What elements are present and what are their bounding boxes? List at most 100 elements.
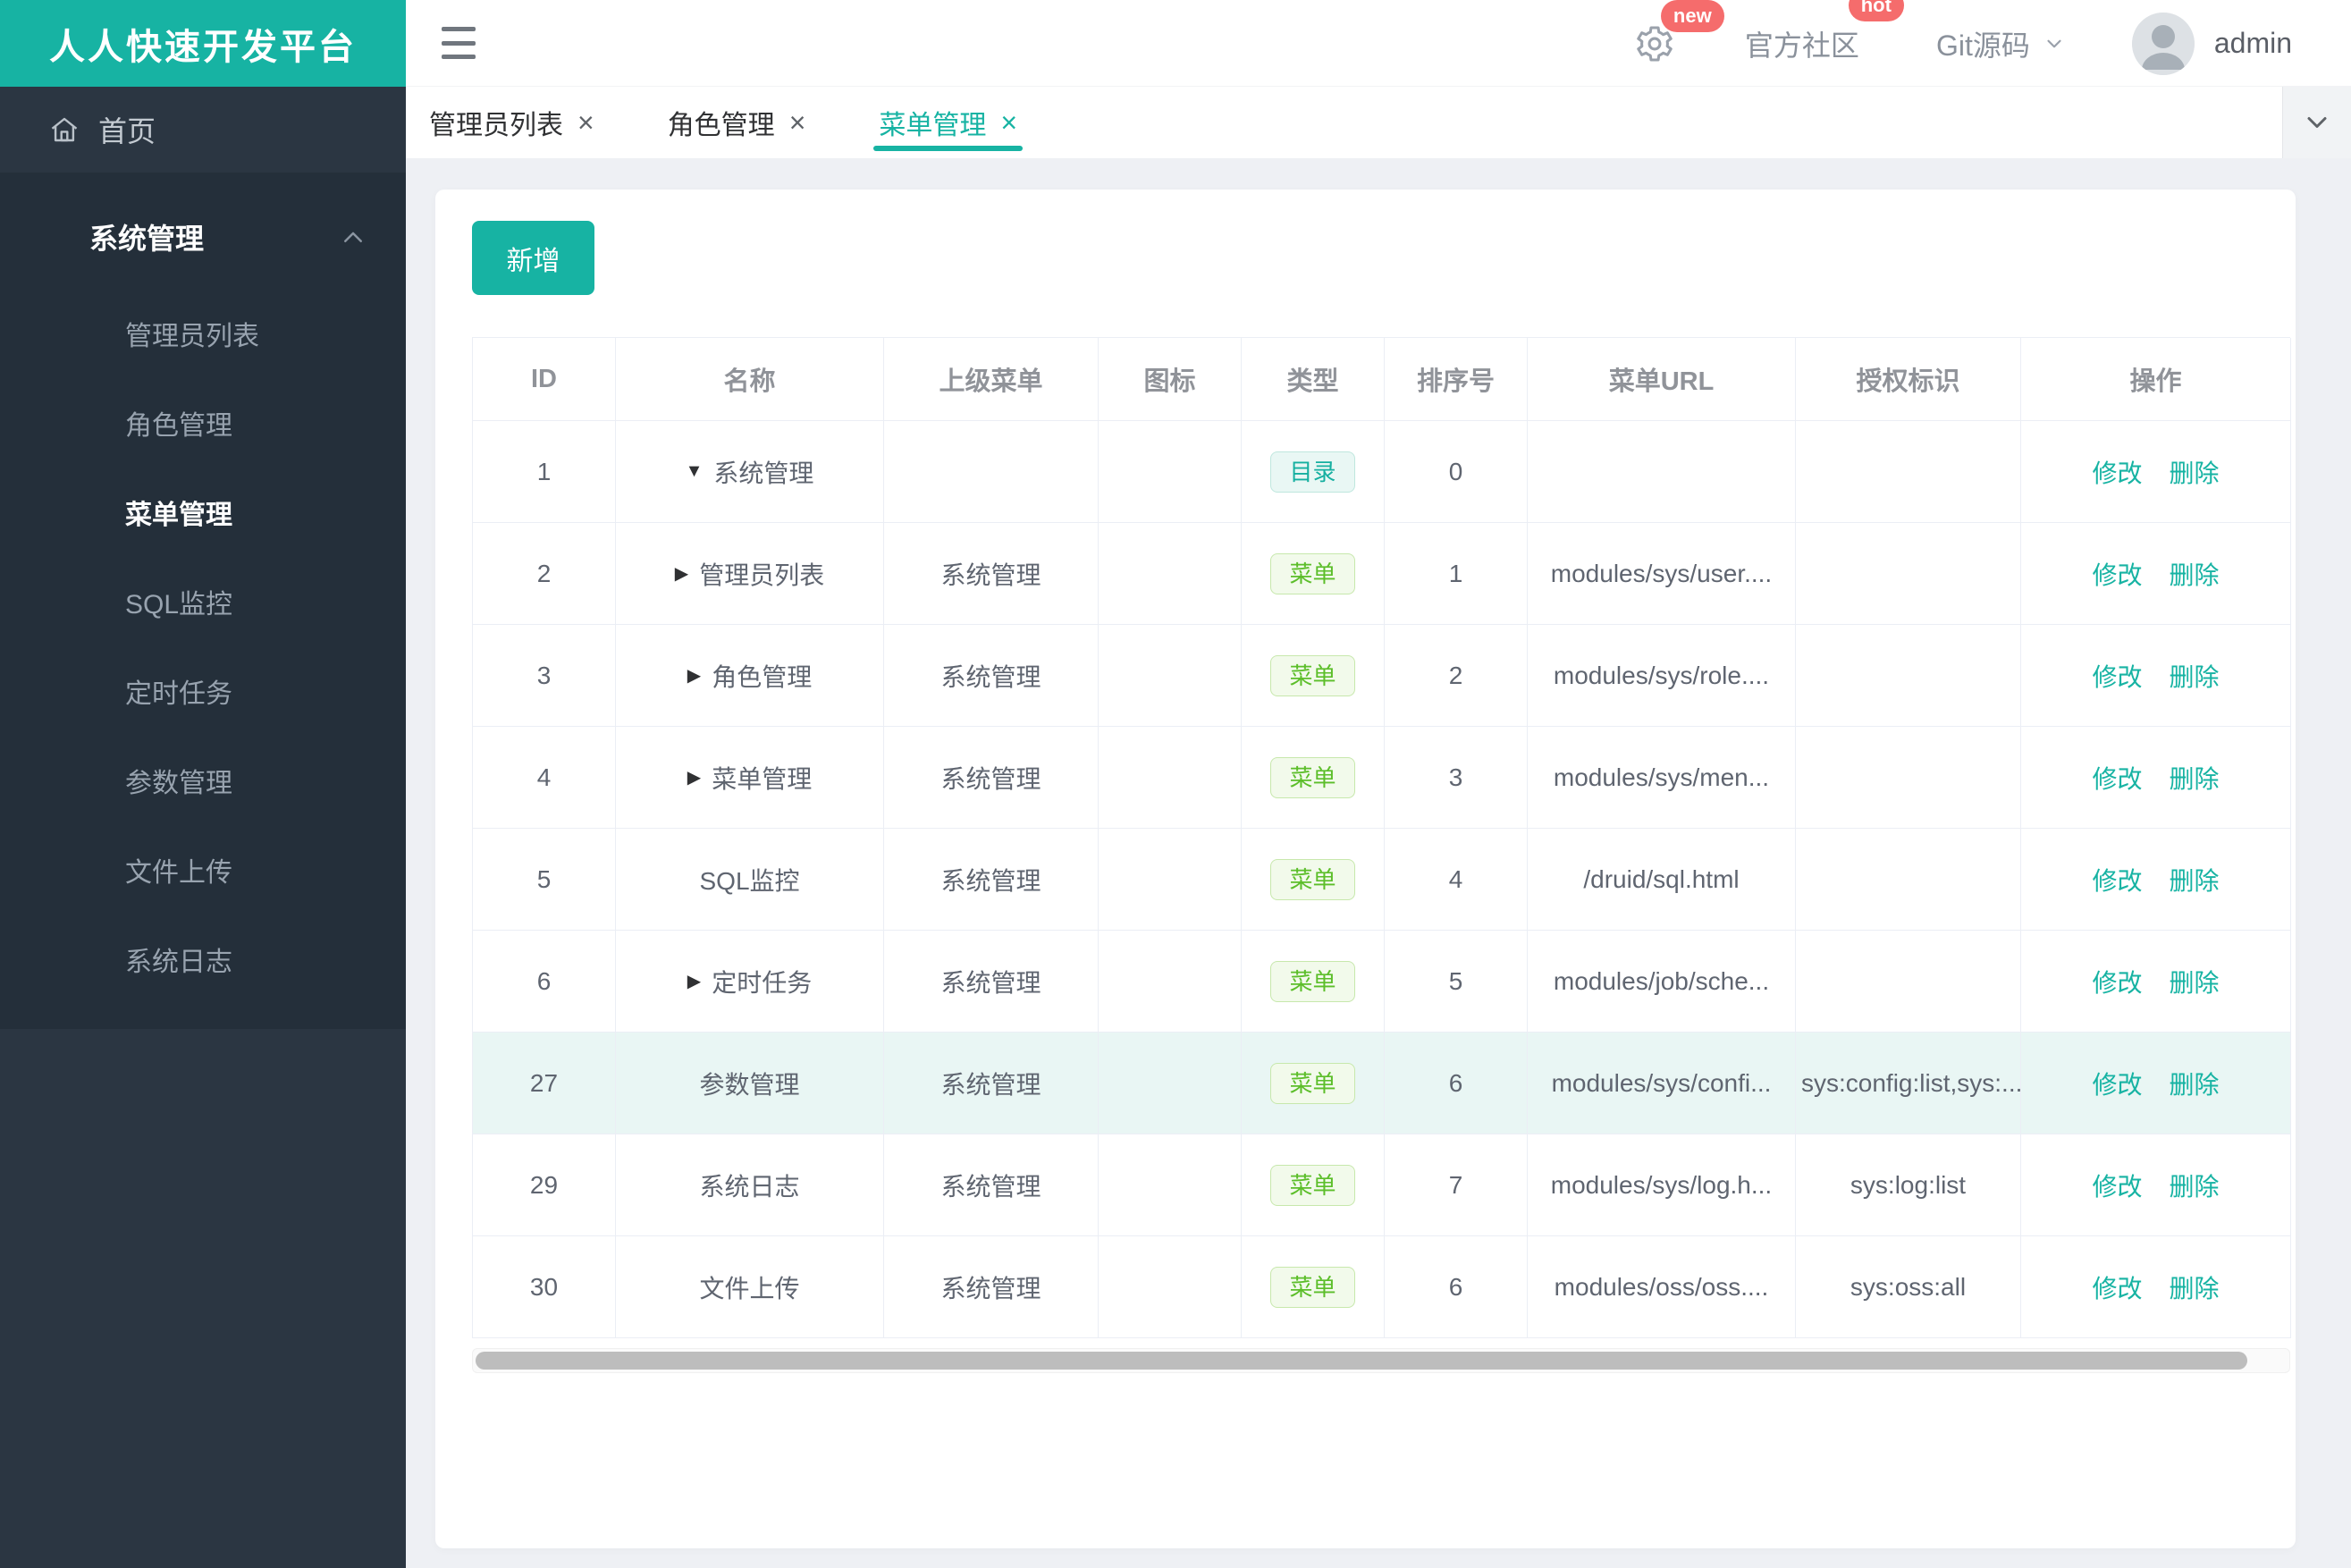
cell-order: 5 <box>1385 931 1528 1033</box>
tab-label: 角色管理 <box>667 111 775 140</box>
header-right-cluster: new 官方社区 hot Git源码 admin <box>1634 0 2292 87</box>
delete-link[interactable]: 删除 <box>2170 1168 2220 1203</box>
username-label[interactable]: admin <box>2214 27 2292 60</box>
delete-link[interactable]: 删除 <box>2170 454 2220 490</box>
delete-link[interactable]: 删除 <box>2170 556 2220 592</box>
git-source-dropdown[interactable]: Git源码 <box>1936 23 2066 64</box>
cell-order: 7 <box>1385 1134 1528 1236</box>
horizontal-scrollbar-thumb[interactable] <box>476 1352 2247 1370</box>
cell-icon <box>1099 727 1242 829</box>
sidebar-item-定时任务[interactable]: 定时任务 <box>0 646 406 736</box>
edit-link[interactable]: 修改 <box>2092 556 2142 592</box>
delete-link[interactable]: 删除 <box>2170 658 2220 694</box>
app-logo: 人人快速开发平台 <box>0 0 406 87</box>
chevron-down-icon <box>2043 32 2066 55</box>
cell-order: 0 <box>1385 421 1528 523</box>
cell-icon <box>1099 625 1242 727</box>
cell-id: 5 <box>473 829 616 931</box>
new-badge: new <box>1660 0 1724 32</box>
cell-order: 4 <box>1385 829 1528 931</box>
cell-type: 菜单 <box>1242 931 1385 1033</box>
sidebar: 人人快速开发平台 首页 系统管理 管理员列表 角色管理 菜单管理 SQL监控 定… <box>0 0 406 1568</box>
type-tag: 菜单 <box>1270 756 1355 798</box>
cell-name: 参数管理 <box>616 1033 884 1134</box>
tab-close-icon[interactable]: × <box>1000 108 1017 137</box>
tab-bar-tabs: 管理员列表 × 角色管理 × 菜单管理 × <box>406 87 2351 158</box>
sidebar-item-参数管理[interactable]: 参数管理 <box>0 736 406 825</box>
sidebar-item-SQL监控[interactable]: SQL监控 <box>0 557 406 646</box>
hamburger-menu-icon[interactable] <box>442 27 476 59</box>
cell-parent-menu: 系统管理 <box>884 625 1099 727</box>
community-link[interactable]: 官方社区 hot <box>1745 0 1904 64</box>
menu-name: 系统管理 <box>713 459 814 487</box>
cell-name: ▶ 菜单管理 <box>616 727 884 829</box>
delete-link[interactable]: 删除 <box>2170 760 2220 796</box>
edit-link[interactable]: 修改 <box>2092 1066 2142 1101</box>
tab-label: 菜单管理 <box>879 111 987 140</box>
type-tag: 目录 <box>1270 451 1355 493</box>
delete-link[interactable]: 删除 <box>2170 1066 2220 1101</box>
edit-link[interactable]: 修改 <box>2092 964 2142 999</box>
cell-actions: 修改 删除 <box>2021 727 2291 829</box>
tab[interactable]: 管理员列表 × <box>429 87 594 158</box>
cell-permission <box>1796 829 2021 931</box>
table-row: 6 ▶ 定时任务 系统管理 菜单 5 modules/job/sche... 修… <box>473 931 2291 1033</box>
sidebar-item-菜单管理[interactable]: 菜单管理 <box>0 468 406 557</box>
cell-permission <box>1796 625 2021 727</box>
table-row: 3 ▶ 角色管理 系统管理 菜单 2 modules/sys/role.... … <box>473 625 2291 727</box>
delete-link[interactable]: 删除 <box>2170 964 2220 999</box>
tree-caret-icon[interactable]: ▼ <box>686 461 704 482</box>
cell-menu-url: modules/job/sche... <box>1528 931 1796 1033</box>
tab-overflow-button[interactable] <box>2282 87 2351 158</box>
table-row: 4 ▶ 菜单管理 系统管理 菜单 3 modules/sys/men... 修改… <box>473 727 2291 829</box>
delete-link[interactable]: 删除 <box>2170 862 2220 898</box>
add-button[interactable]: 新增 <box>472 221 594 295</box>
tab-close-icon[interactable]: × <box>577 108 594 137</box>
avatar[interactable] <box>2131 12 2195 75</box>
tree-caret-icon[interactable]: ▶ <box>687 664 701 687</box>
tab-close-icon[interactable]: × <box>789 108 806 137</box>
table-body: 1 ▼ 系统管理 目录 0 修改 删除 2 ▶ 管理员列表 系统管理 菜单 1 … <box>473 421 2291 1338</box>
cell-actions: 修改 删除 <box>2021 829 2291 931</box>
tab-bar: 管理员列表 × 角色管理 × 菜单管理 × <box>406 87 2351 158</box>
tree-caret-icon[interactable]: ▶ <box>687 970 701 992</box>
cell-parent-menu: 系统管理 <box>884 727 1099 829</box>
edit-link[interactable]: 修改 <box>2092 862 2142 898</box>
tree-caret-icon[interactable]: ▶ <box>687 766 701 788</box>
table-header-cell: 菜单URL <box>1528 338 1796 421</box>
edit-link[interactable]: 修改 <box>2092 454 2142 490</box>
delete-link[interactable]: 删除 <box>2170 1269 2220 1305</box>
cell-name: 文件上传 <box>616 1236 884 1338</box>
cell-actions: 修改 删除 <box>2021 421 2291 523</box>
horizontal-scrollbar[interactable] <box>472 1348 2290 1373</box>
tab[interactable]: 菜单管理 × <box>873 87 1023 158</box>
sidebar-item-home[interactable]: 首页 <box>0 87 406 173</box>
cell-order: 1 <box>1385 523 1528 625</box>
cell-type: 菜单 <box>1242 727 1385 829</box>
tree-caret-icon[interactable]: ▶ <box>675 562 688 585</box>
tab[interactable]: 角色管理 × <box>668 87 806 158</box>
edit-link[interactable]: 修改 <box>2092 658 2142 694</box>
cell-icon <box>1099 829 1242 931</box>
cell-permission: sys:log:list <box>1796 1134 2021 1236</box>
edit-link[interactable]: 修改 <box>2092 760 2142 796</box>
edit-link[interactable]: 修改 <box>2092 1168 2142 1203</box>
type-tag: 菜单 <box>1270 1062 1355 1104</box>
cell-actions: 修改 删除 <box>2021 523 2291 625</box>
app-root: 人人快速开发平台 首页 系统管理 管理员列表 角色管理 菜单管理 SQL监控 定… <box>0 0 2351 1568</box>
content-card: 新增 ID 名称 上级菜单 图标 类型 排序号 菜单URL 授权标识 操作 1 ▼ 系统管理 目… <box>435 190 2296 1548</box>
cell-parent-menu: 系统管理 <box>884 523 1099 625</box>
sidebar-item-系统日志[interactable]: 系统日志 <box>0 915 406 1004</box>
settings-button[interactable]: new <box>1634 0 1724 64</box>
cell-menu-url: modules/sys/men... <box>1528 727 1796 829</box>
sidebar-item-管理员列表[interactable]: 管理员列表 <box>0 289 406 378</box>
edit-link[interactable]: 修改 <box>2092 1269 2142 1305</box>
cell-type: 菜单 <box>1242 829 1385 931</box>
cell-menu-url: /druid/sql.html <box>1528 829 1796 931</box>
sidebar-item-文件上传[interactable]: 文件上传 <box>0 825 406 915</box>
cell-permission <box>1796 727 2021 829</box>
sidebar-section-system[interactable]: 系统管理 <box>0 194 406 280</box>
main-content: 新增 ID 名称 上级菜单 图标 类型 排序号 菜单URL 授权标识 操作 1 ▼ 系统管理 目… <box>406 158 2351 1568</box>
type-tag: 菜单 <box>1270 1164 1355 1206</box>
sidebar-item-角色管理[interactable]: 角色管理 <box>0 378 406 468</box>
